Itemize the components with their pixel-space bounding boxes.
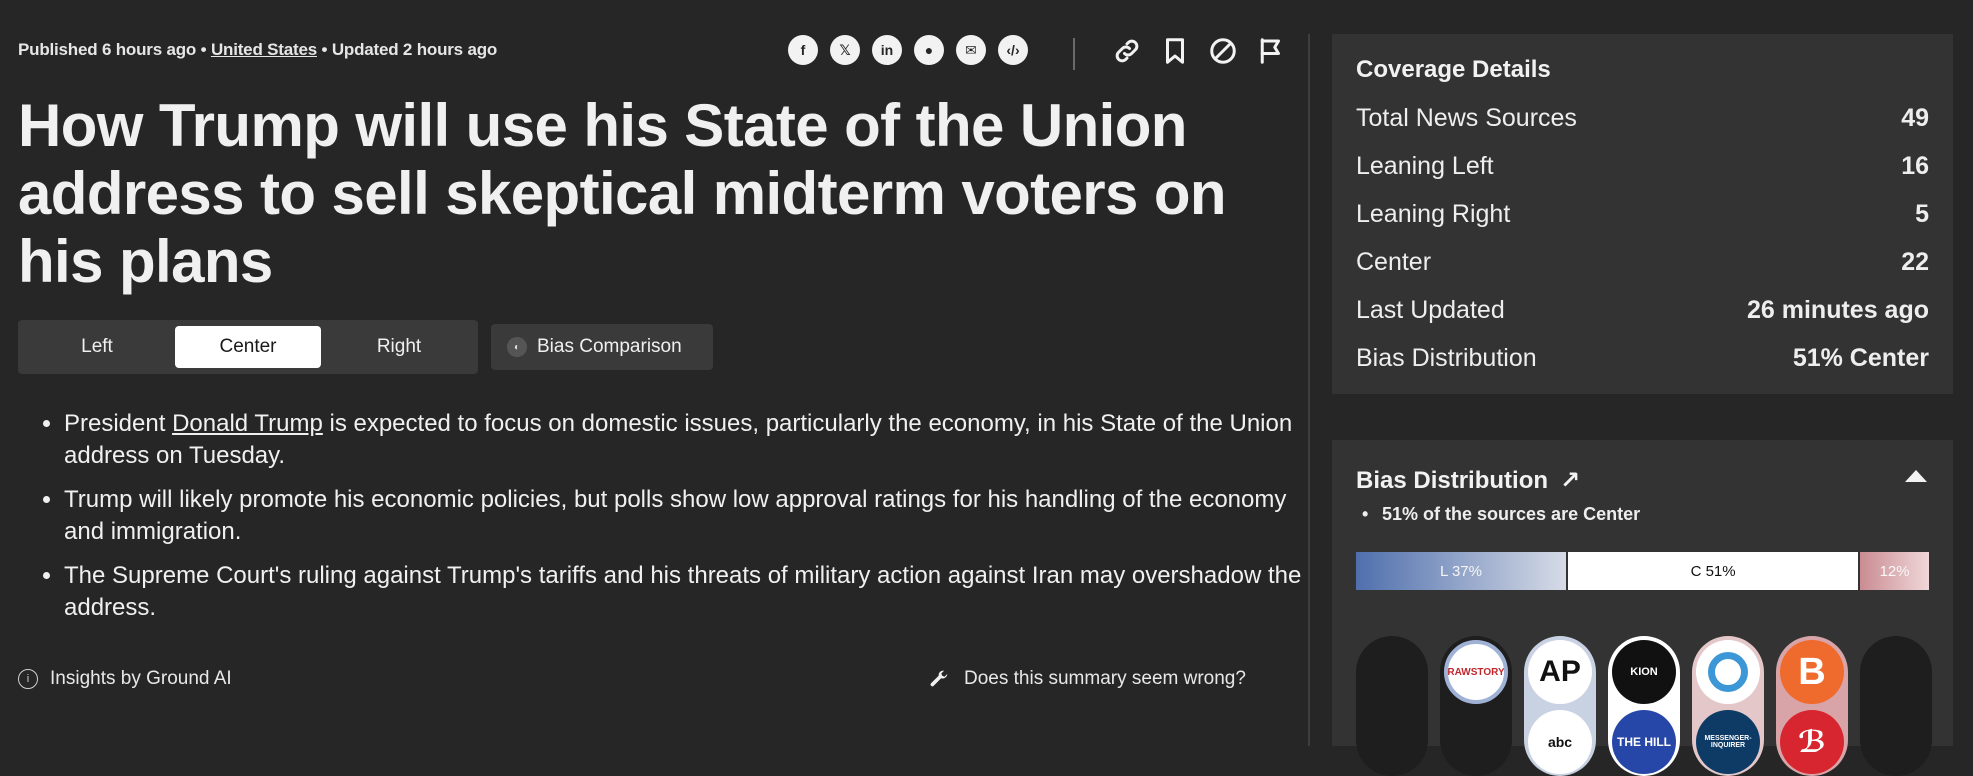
perspective-tabs: Left Center Right [18, 320, 478, 374]
insights-link[interactable]: i Insights by Ground AI [18, 668, 232, 690]
coverage-details-panel: Coverage Details Total News Sources 49 Le… [1332, 34, 1953, 394]
linkedin-icon[interactable]: in [872, 35, 902, 65]
tab-right[interactable]: Right [326, 326, 472, 368]
coverage-row: Center 22 [1356, 248, 1929, 276]
bookmark-icon[interactable] [1158, 34, 1192, 68]
link-icon[interactable] [1110, 34, 1144, 68]
info-icon: i [18, 669, 38, 689]
source-column [1356, 636, 1428, 776]
column-divider [1308, 34, 1310, 746]
email-icon[interactable]: ✉ [956, 35, 986, 65]
external-arrow-icon: ↗ [1560, 467, 1581, 494]
summary-item: The Supreme Court's ruling against Trump… [64, 560, 1314, 624]
source-column: MESSENGER-INQUIRER [1692, 636, 1764, 776]
published-time: Published 6 hours ago [18, 40, 197, 59]
flag-icon[interactable] [1254, 34, 1288, 68]
circle-source-logo[interactable] [1696, 640, 1760, 704]
toolbar-divider [1073, 38, 1075, 70]
bias-summary: 51% of the sources are Center [1362, 504, 1640, 525]
bias-bar-center: C 51% [1568, 552, 1861, 590]
country-link[interactable]: United States [211, 40, 317, 59]
bias-distribution-header[interactable]: Bias Distribution ↗ [1356, 466, 1580, 495]
bias-bar: L 37% C 51% 12% [1356, 552, 1929, 590]
coverage-row: Leaning Right 5 [1356, 200, 1929, 228]
abc-logo[interactable]: abc [1528, 710, 1592, 774]
kion-logo[interactable]: KION [1612, 640, 1676, 704]
ap-logo[interactable]: AP [1528, 640, 1592, 704]
person-link[interactable]: Donald Trump [172, 410, 323, 437]
source-column: AP abc [1524, 636, 1596, 776]
bias-bar-right: 12% [1860, 552, 1929, 590]
article-main: Published 6 hours ago • United States • … [18, 0, 1308, 746]
article-tools [1110, 34, 1288, 68]
source-column: B ℬ [1776, 636, 1848, 776]
blaze-logo[interactable]: B [1780, 640, 1844, 704]
coverage-title: Coverage Details [1356, 56, 1551, 83]
embed-icon[interactable]: ‹/› [998, 35, 1028, 65]
messenger-inquirer-logo[interactable]: MESSENGER-INQUIRER [1696, 710, 1760, 774]
block-icon[interactable] [1206, 34, 1240, 68]
source-column [1860, 636, 1932, 776]
source-column: RAWSTORY [1440, 636, 1512, 776]
coverage-row: Total News Sources 49 [1356, 104, 1929, 132]
breitbart-logo[interactable]: ℬ [1780, 710, 1844, 774]
coverage-row: Bias Distribution 51% Center [1356, 344, 1929, 372]
summary-list: President Donald Trump is expected to fo… [18, 408, 1314, 636]
tab-center[interactable]: Center [175, 326, 321, 368]
rawstory-logo[interactable]: RAWSTORY [1444, 640, 1508, 704]
source-columns: RAWSTORY AP abc KION THE HILL MESSENGER-… [1356, 636, 1932, 776]
collapse-chevron-icon[interactable] [1905, 470, 1927, 482]
x-icon[interactable]: 𝕏 [830, 35, 860, 65]
source-column: KION THE HILL [1608, 636, 1680, 776]
bias-distribution-panel: Bias Distribution ↗ 51% of the sources a… [1332, 440, 1953, 776]
bias-bar-left: L 37% [1356, 552, 1568, 590]
reddit-icon[interactable]: ● [914, 35, 944, 65]
article-meta: Published 6 hours ago • United States • … [18, 40, 498, 59]
share-bar: f 𝕏 in ● ✉ ‹/› [788, 35, 1028, 65]
report-summary-link[interactable]: Does this summary seem wrong? [928, 668, 1246, 690]
tab-left[interactable]: Left [24, 326, 170, 368]
wrench-icon [930, 670, 948, 687]
summary-item: President Donald Trump is expected to fo… [64, 408, 1314, 472]
facebook-icon[interactable]: f [788, 35, 818, 65]
thehill-logo[interactable]: THE HILL [1612, 710, 1676, 774]
bias-comparison-button[interactable]: ◐ Bias Comparison [491, 324, 713, 370]
coverage-row: Leaning Left 16 [1356, 152, 1929, 180]
coverage-row: Last Updated 26 minutes ago [1356, 296, 1929, 324]
updated-time: Updated 2 hours ago [331, 40, 498, 59]
bias-comparison-icon: ◐ [507, 337, 527, 357]
summary-item: Trump will likely promote his economic p… [64, 484, 1314, 548]
article-title: How Trump will use his State of the Unio… [18, 92, 1227, 295]
